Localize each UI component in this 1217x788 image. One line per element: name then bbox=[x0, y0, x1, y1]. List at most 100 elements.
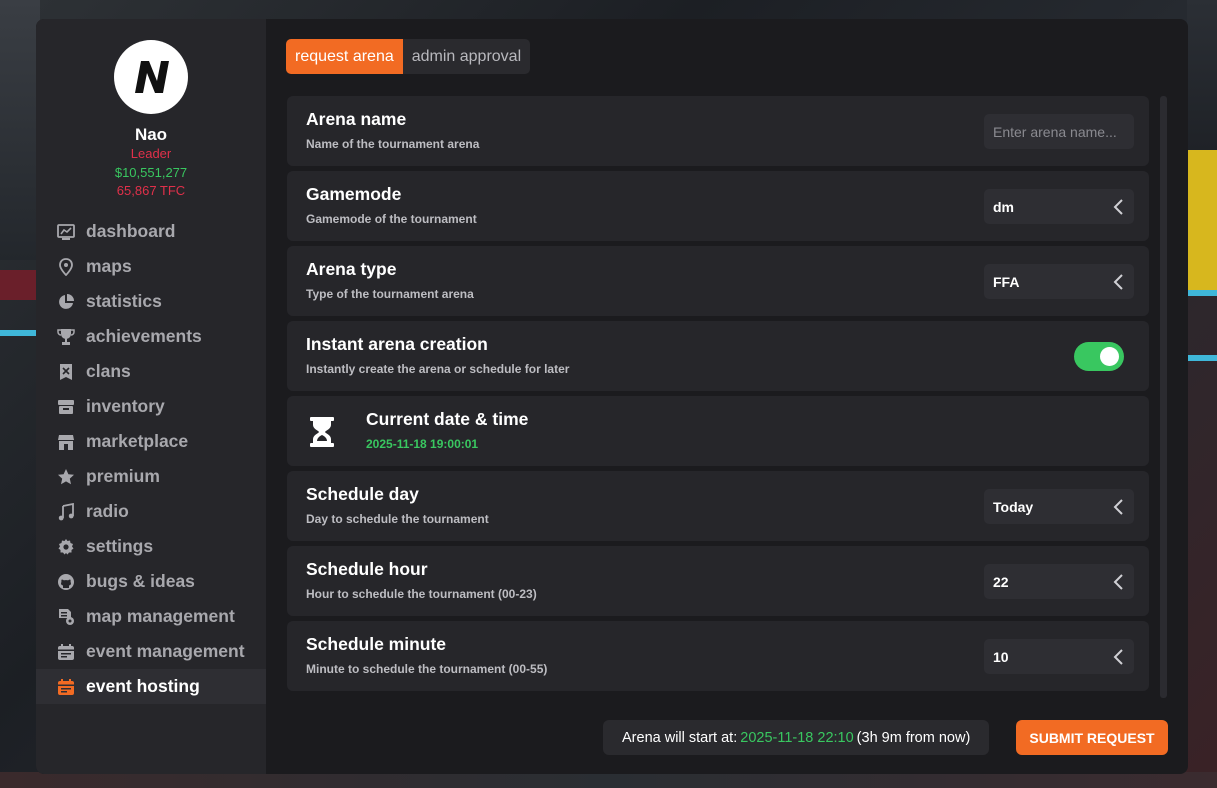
sidebar-nav: dashboard maps statistics achievements c… bbox=[36, 214, 266, 704]
shield-icon bbox=[56, 362, 76, 382]
schedule-day-value: Today bbox=[993, 498, 1034, 515]
row-description: Minute to schedule the tournament (00-55… bbox=[306, 662, 548, 676]
tab-admin-approval[interactable]: admin approval bbox=[403, 39, 530, 74]
sidebar-item-label: inventory bbox=[86, 396, 165, 416]
schedule-day-row: Schedule day Day to schedule the tournam… bbox=[287, 471, 1149, 541]
sidebar-item-settings[interactable]: settings bbox=[36, 529, 266, 564]
profile-money: $10,551,277 bbox=[114, 165, 188, 180]
arena-type-value: FFA bbox=[993, 273, 1020, 290]
sidebar-item-label: premium bbox=[86, 466, 160, 486]
profile-role: Leader bbox=[130, 146, 172, 161]
pie-chart-icon bbox=[56, 292, 76, 312]
start-time-info: Arena will start at: 2025-11-18 22:10 (3… bbox=[603, 720, 990, 755]
arena-type-select[interactable]: FFA bbox=[984, 264, 1134, 299]
calendar-icon bbox=[56, 642, 76, 662]
sidebar-item-label: map management bbox=[86, 606, 235, 626]
sidebar-item-bugs-ideas[interactable]: bugs & ideas bbox=[36, 564, 266, 599]
gamemode-row: Gamemode Gamemode of the tournament dm bbox=[287, 171, 1149, 241]
arena-name-input[interactable] bbox=[984, 114, 1134, 149]
toggle-knob bbox=[1100, 347, 1119, 366]
arena-name-row: Arena name Name of the tournament arena bbox=[287, 96, 1149, 166]
sidebar-item-event-hosting[interactable]: event hosting bbox=[36, 669, 266, 704]
start-time-value: 2025-11-18 22:10 bbox=[740, 729, 854, 746]
current-datetime-value: 2025-11-18 19:00:01 bbox=[366, 437, 479, 451]
chevron-left-icon bbox=[1113, 574, 1123, 590]
box-icon bbox=[56, 397, 76, 417]
profile-name: Nao bbox=[134, 125, 168, 144]
sidebar-item-dashboard[interactable]: dashboard bbox=[36, 214, 266, 249]
sidebar-item-achievements[interactable]: achievements bbox=[36, 319, 266, 354]
sidebar-item-premium[interactable]: premium bbox=[36, 459, 266, 494]
schedule-hour-row: Schedule hour Hour to schedule the tourn… bbox=[287, 546, 1149, 616]
schedule-minute-select[interactable]: 10 bbox=[984, 639, 1134, 674]
sidebar-item-statistics[interactable]: statistics bbox=[36, 284, 266, 319]
sidebar-item-label: dashboard bbox=[86, 221, 176, 241]
chevron-left-icon bbox=[1113, 499, 1123, 515]
sidebar-item-event-management[interactable]: event management bbox=[36, 634, 266, 669]
sidebar-item-label: event hosting bbox=[86, 676, 200, 696]
sidebar-item-label: bugs & ideas bbox=[86, 571, 195, 591]
avatar-logo-icon bbox=[135, 61, 169, 93]
main-content: request arena admin approval Arena name … bbox=[266, 19, 1188, 774]
gear-icon bbox=[56, 537, 76, 557]
github-icon bbox=[56, 572, 76, 592]
calendar-host-icon bbox=[56, 677, 76, 697]
chevron-left-icon bbox=[1113, 274, 1123, 290]
arena-form: Arena name Name of the tournament arena … bbox=[287, 96, 1149, 696]
row-title: Instant arena creation bbox=[306, 334, 488, 354]
event-hosting-window: Nao Leader $10,551,277 65,867 TFC dashbo… bbox=[36, 19, 1188, 774]
row-description: Instantly create the arena or schedule f… bbox=[306, 362, 570, 376]
row-title: Schedule hour bbox=[306, 559, 428, 579]
sidebar-item-label: statistics bbox=[86, 291, 162, 311]
current-datetime-row: Current date & time 2025-11-18 19:00:01 bbox=[287, 396, 1149, 466]
schedule-minute-value: 10 bbox=[993, 648, 1009, 665]
tab-request-arena[interactable]: request arena bbox=[286, 39, 403, 74]
row-title: Current date & time bbox=[366, 409, 529, 429]
schedule-day-select[interactable]: Today bbox=[984, 489, 1134, 524]
row-title: Gamemode bbox=[306, 184, 402, 204]
start-time-relative: (3h 9m from now) bbox=[856, 729, 971, 746]
avatar bbox=[114, 40, 188, 114]
instant-creation-toggle[interactable] bbox=[1074, 342, 1124, 371]
chevron-left-icon bbox=[1113, 199, 1123, 215]
sidebar-item-label: achievements bbox=[86, 326, 202, 346]
chevron-left-icon bbox=[1113, 649, 1123, 665]
scrollbar[interactable] bbox=[1160, 96, 1167, 698]
row-title: Schedule day bbox=[306, 484, 419, 504]
sidebar-item-inventory[interactable]: inventory bbox=[36, 389, 266, 424]
sidebar-item-marketplace[interactable]: marketplace bbox=[36, 424, 266, 459]
row-description: Hour to schedule the tournament (00-23) bbox=[306, 587, 537, 601]
sidebar-item-maps[interactable]: maps bbox=[36, 249, 266, 284]
star-icon bbox=[56, 467, 76, 487]
map-management-icon bbox=[56, 607, 76, 627]
arena-type-row: Arena type Type of the tournament arena … bbox=[287, 246, 1149, 316]
instant-creation-row: Instant arena creation Instantly create … bbox=[287, 321, 1149, 391]
store-icon bbox=[56, 432, 76, 452]
sidebar-item-clans[interactable]: clans bbox=[36, 354, 266, 389]
row-title: Arena name bbox=[306, 109, 407, 129]
chart-icon bbox=[56, 222, 76, 242]
sidebar: Nao Leader $10,551,277 65,867 TFC dashbo… bbox=[36, 19, 266, 774]
hourglass-icon bbox=[310, 417, 334, 447]
sidebar-item-label: radio bbox=[86, 501, 129, 521]
row-description: Gamemode of the tournament bbox=[306, 212, 477, 226]
sidebar-item-label: marketplace bbox=[86, 431, 189, 451]
row-description: Name of the tournament arena bbox=[306, 137, 480, 151]
row-title: Schedule minute bbox=[306, 634, 447, 654]
sidebar-item-label: event management bbox=[86, 641, 245, 661]
sidebar-item-radio[interactable]: radio bbox=[36, 494, 266, 529]
profile-tfc: 65,867 TFC bbox=[116, 183, 186, 198]
submit-request-button[interactable]: SUBMIT REQUEST bbox=[1016, 720, 1168, 755]
schedule-hour-select[interactable]: 22 bbox=[984, 564, 1134, 599]
sidebar-item-map-management[interactable]: map management bbox=[36, 599, 266, 634]
sidebar-item-label: settings bbox=[86, 536, 154, 556]
schedule-hour-value: 22 bbox=[993, 573, 1009, 590]
row-description: Day to schedule the tournament bbox=[306, 512, 489, 526]
map-pin-icon bbox=[56, 257, 76, 277]
sidebar-item-label: clans bbox=[86, 361, 131, 381]
gamemode-value: dm bbox=[993, 198, 1014, 215]
music-icon bbox=[56, 502, 76, 522]
trophy-icon bbox=[56, 327, 76, 347]
row-description: Type of the tournament arena bbox=[306, 287, 474, 301]
gamemode-select[interactable]: dm bbox=[984, 189, 1134, 224]
